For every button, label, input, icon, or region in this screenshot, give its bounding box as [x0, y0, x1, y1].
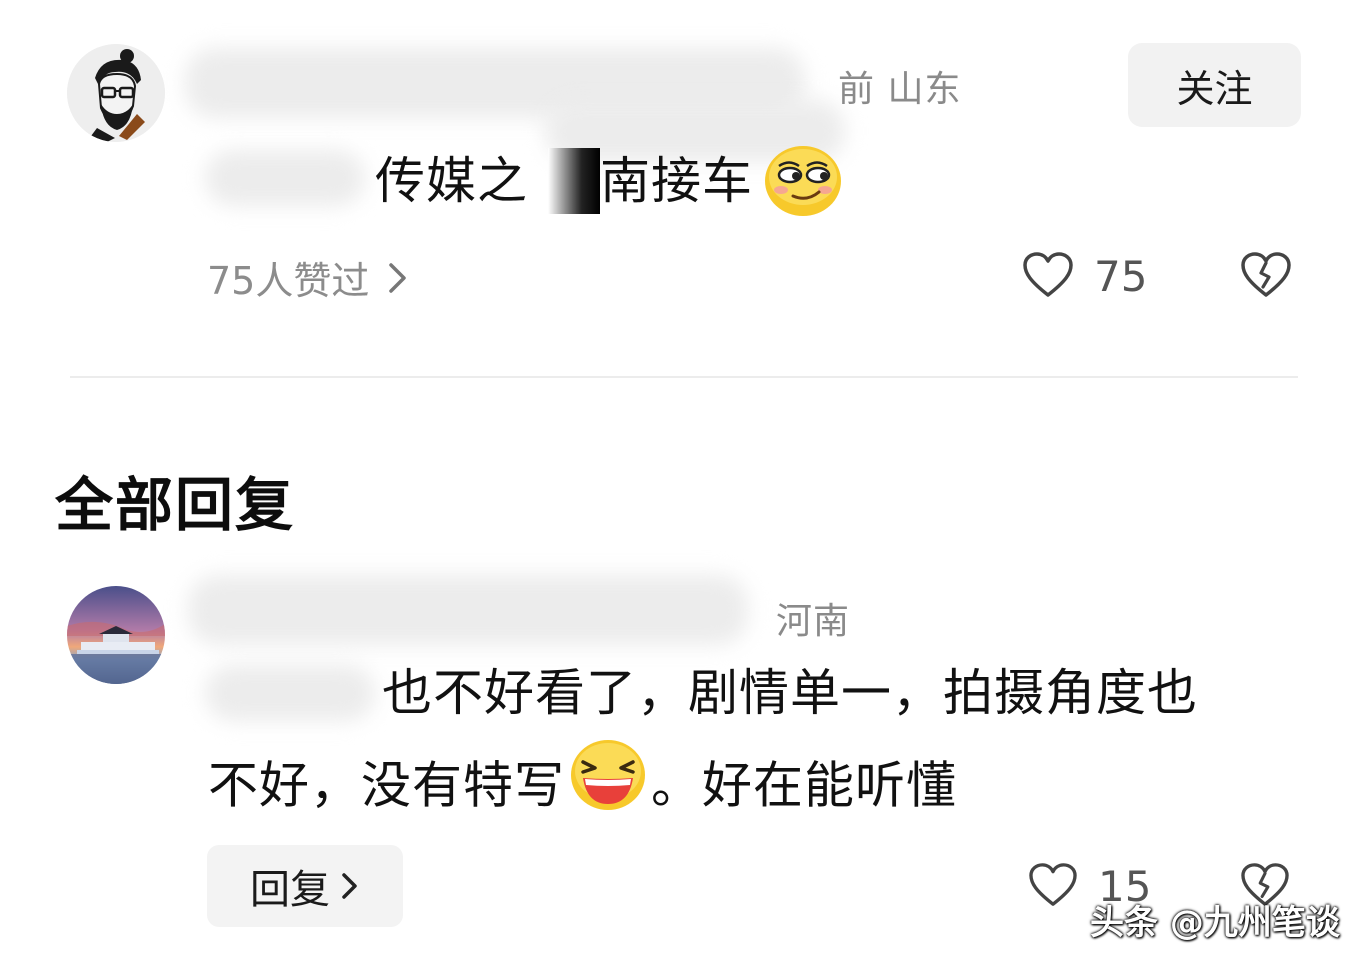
follow-button[interactable]: 关注	[1128, 43, 1301, 127]
redacted-reply-text-start	[205, 665, 375, 721]
comment-text-part-a: 传媒之	[375, 152, 528, 210]
reply-text-line1: 也不好看了，剧情单一，拍摄角度也	[382, 664, 1198, 722]
redacted-char-block	[548, 148, 600, 214]
dislike-button[interactable]	[1240, 251, 1292, 303]
likes-link-label: 75人赞过	[207, 259, 370, 303]
likes-link[interactable]: 75人赞过	[207, 250, 409, 305]
heart-icon	[1023, 252, 1073, 297]
like-button[interactable]	[1022, 251, 1074, 303]
reply-text-line2-part-b: 。好在能听懂	[651, 756, 957, 815]
reply-like-button[interactable]	[1028, 862, 1078, 912]
reply-button[interactable]: 回复	[207, 845, 403, 927]
smirk-emoji-icon	[763, 144, 843, 222]
watermark: 头条 @九州笔谈	[1090, 903, 1340, 943]
redacted-text-start	[205, 150, 365, 206]
reply-location: 河南	[776, 601, 851, 642]
divider	[70, 376, 1298, 378]
chevron-right-icon	[389, 262, 407, 293]
reply-text-line2: 不好，没有特写 。好在能听懂	[208, 738, 957, 840]
laugh-emoji-icon	[569, 738, 647, 840]
comment-text-part-b: 南接车	[600, 152, 753, 210]
reply-button-label: 回复	[250, 867, 330, 913]
reply-text-line2-part-a: 不好，没有特写	[208, 756, 565, 815]
redacted-reply-username	[188, 575, 748, 645]
section-title: 全部回复	[55, 471, 296, 539]
heart-icon	[1029, 863, 1077, 906]
chevron-right-icon	[342, 873, 357, 899]
like-count: 75	[1094, 252, 1148, 301]
commenter-avatar[interactable]	[67, 44, 165, 142]
comment-time-location: 前 山东	[838, 69, 962, 110]
broken-heart-icon	[1241, 252, 1291, 297]
reply-avatar[interactable]	[67, 586, 165, 684]
